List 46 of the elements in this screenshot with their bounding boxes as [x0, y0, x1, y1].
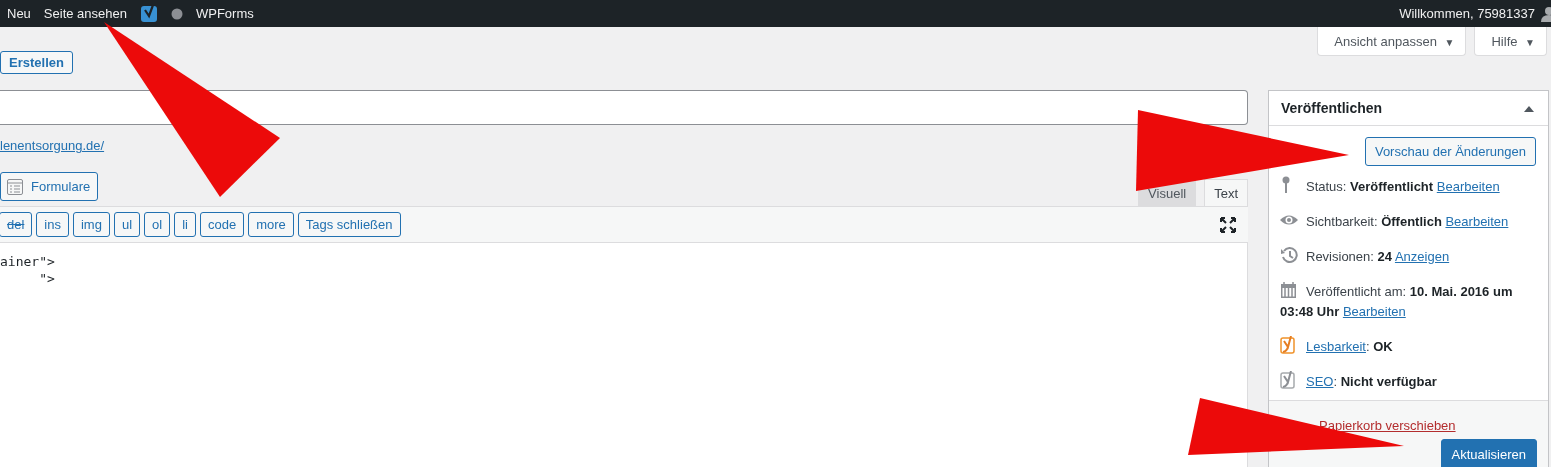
quicktag-button[interactable]: ins	[36, 212, 69, 237]
status-line: Status: Veröffentlicht Bearbeiten	[1280, 176, 1536, 197]
quicktag-button[interactable]: Tags schließen	[297, 212, 401, 237]
form-icon	[6, 177, 24, 196]
update-button[interactable]: Aktualisieren	[1440, 439, 1537, 467]
quicktag-button[interactable]: img	[73, 212, 110, 237]
quicktag-button[interactable]: code	[199, 212, 245, 237]
edit-link[interactable]: Bearbeiten	[1445, 214, 1509, 229]
screen-options-tab[interactable]: Ansicht anpassen ▼	[1317, 27, 1467, 56]
quicktag-button[interactable]: ul	[113, 212, 141, 237]
forms-button[interactable]: Formulare	[0, 172, 99, 201]
admin-bar-link[interactable]: Neu	[7, 6, 31, 21]
visibility-line: Sichtbarkeit: Öffentlich Bearbeiten	[1280, 211, 1536, 232]
date-line: Veröffentlicht am: 10. Mai. 2016 um 03:48 Uhr Bearbeiten	[1280, 281, 1536, 322]
box-title: Veröffentlichen	[1281, 100, 1383, 116]
edit-link[interactable]: Anzeigen	[1394, 249, 1450, 264]
permalink-link[interactable]: lenentsorgung.de/	[0, 138, 105, 153]
revisions-line: Revisionen: 24 Anzeigen	[1280, 246, 1536, 267]
quicktag-button[interactable]: del	[0, 212, 33, 237]
code-line: ainer">	[0, 254, 56, 271]
quicktag-button[interactable]: li	[174, 212, 196, 237]
admin-bar-link[interactable]: Seite ansehen	[43, 6, 127, 21]
section-link[interactable]: Lesbarkeit	[1306, 339, 1366, 354]
edit-link[interactable]: Bearbeiten	[1342, 304, 1406, 319]
code-editor[interactable]: ainer"> ">	[0, 243, 1248, 467]
user-avatar-icon[interactable]	[1541, 5, 1551, 22]
code-line: ">	[38, 271, 56, 288]
status-dot-icon[interactable]	[171, 7, 183, 20]
admin-bar-link[interactable]: WPForms	[196, 6, 254, 21]
screen-options-tab[interactable]: Hilfe ▼	[1474, 27, 1547, 56]
yoast-icon[interactable]	[140, 3, 158, 24]
title-input[interactable]	[0, 90, 1248, 125]
welcome-link[interactable]: Willkommen, 75981337	[1399, 6, 1535, 21]
trash-link[interactable]: Papierkorb verschieben	[1319, 418, 1456, 433]
create-button[interactable]: Erstellen	[0, 51, 73, 74]
seo-line: SEO: Nicht verfügbar	[1280, 371, 1536, 392]
history-icon	[1280, 246, 1300, 264]
fullscreen-icon[interactable]	[1220, 216, 1236, 233]
quicktag-button[interactable]: more	[248, 212, 294, 237]
readability-line: Lesbarkeit: OK	[1280, 336, 1536, 357]
quicktag-button[interactable]: ol	[144, 212, 171, 237]
preview-button[interactable]: Vorschau der Änderungen	[1364, 137, 1536, 166]
pin-icon	[1282, 176, 1290, 194]
collapse-arrow-icon[interactable]	[1524, 104, 1534, 112]
editor-tab[interactable]: Text	[1204, 179, 1248, 206]
edit-link[interactable]: Bearbeiten	[1436, 179, 1500, 194]
